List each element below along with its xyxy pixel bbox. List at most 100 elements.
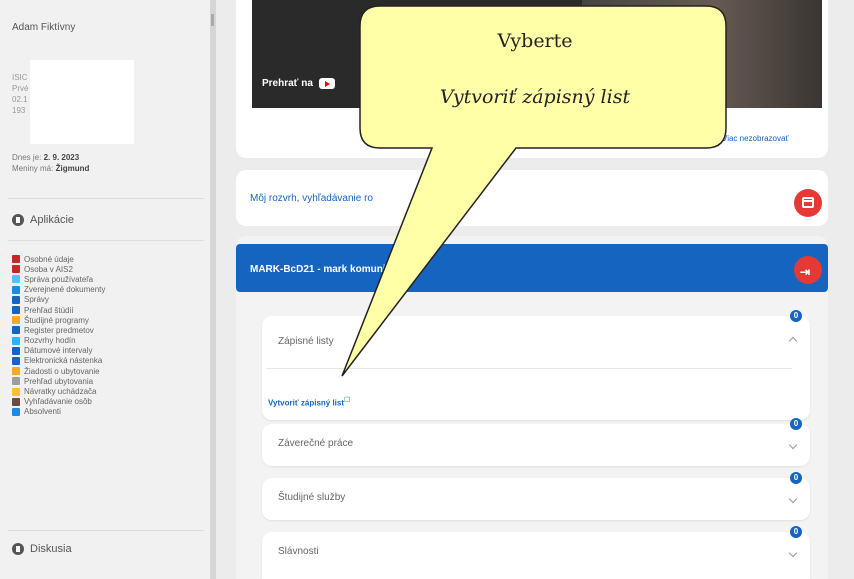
sidebar-app-label: Prehľad štúdií	[24, 305, 74, 315]
redacted-id-box	[30, 60, 134, 144]
sidebar-app-item[interactable]: Zverejnené dokumenty	[12, 285, 105, 295]
external-link-icon: ☐	[344, 397, 351, 404]
sidebar-app-item[interactable]: Študijné programy	[12, 315, 105, 325]
chevron-down-icon[interactable]	[788, 548, 798, 558]
course-action-button[interactable]: ⇥	[794, 256, 822, 284]
register-icon	[12, 326, 20, 335]
calendar-icon	[12, 346, 20, 355]
person-search-icon	[12, 397, 20, 406]
apps-list: Osobné údaje Osoba v AIS2 Správa používate…	[12, 254, 105, 417]
apps-heading[interactable]: Aplikácie	[12, 214, 74, 226]
id-labels: ISIC Prvé 02.1 193	[12, 72, 28, 116]
section-final-theses[interactable]: Záverečné práce 0	[262, 418, 810, 466]
id-label: 02.1	[12, 95, 28, 104]
sidebar-app-label: Osoba v AIS2	[24, 264, 73, 274]
sidebar-app-item[interactable]: Osoba v AIS2	[12, 264, 105, 274]
schedule-button[interactable]	[794, 189, 822, 217]
calendar-icon	[802, 197, 814, 208]
divider	[266, 368, 792, 369]
sidebar-app-label: Elektronická nástenka	[24, 356, 103, 366]
sidebar-app-label: Správy	[24, 295, 49, 305]
sidebar-app-label: Žiadosti o ubytovanie	[24, 366, 100, 376]
users-icon	[12, 275, 20, 284]
user-card: Adam Fiktívny ISIC Prvé 02.1 193 Dnes je…	[4, 12, 210, 188]
section-title: Slávnosti	[278, 546, 319, 557]
chevron-up-icon[interactable]	[788, 336, 798, 346]
return-icon	[12, 387, 20, 396]
id-label: ISIC	[12, 73, 28, 82]
youtube-icon	[318, 78, 335, 89]
sidebar-app-item[interactable]: Rozvrhy hodín	[12, 336, 105, 346]
mail-icon	[12, 295, 20, 304]
discussion-heading-label: Diskusia	[30, 543, 72, 555]
section-title: Záverečné práce	[278, 438, 354, 449]
callout-line2: Vytvoriť zápisný list	[439, 86, 631, 108]
chevron-down-icon[interactable]	[788, 440, 798, 450]
create-link-label: Vytvoriť zápisný list	[268, 398, 345, 408]
nameday-name: Žigmund	[55, 164, 90, 173]
today-label: Dnes je:	[12, 153, 42, 162]
chevron-down-icon[interactable]	[788, 494, 798, 504]
apps-icon	[12, 214, 24, 226]
person-icon	[12, 265, 20, 274]
sidebar-scroll-thumb[interactable]	[211, 14, 214, 26]
count-badge: 0	[790, 418, 802, 430]
nameday-label: Meniny má:	[12, 164, 54, 173]
divider	[8, 240, 204, 241]
today-date: 2. 9. 2023	[43, 153, 80, 162]
exit-arrow-icon: ⇥	[800, 265, 811, 279]
discussion-icon	[12, 543, 24, 555]
sidebar-app-item[interactable]: Vyhľadávanie osôb	[12, 397, 105, 407]
board-icon	[12, 356, 20, 365]
count-badge: 0	[790, 472, 802, 484]
section-study-services[interactable]: Študijné služby 0	[262, 472, 810, 520]
sidebar-app-item[interactable]: Žiadosti o ubytovanie	[12, 366, 105, 376]
sidebar-app-label: Návratky uchádzača	[24, 387, 97, 397]
dont-show-again-link[interactable]: Viac nezobrazovať	[722, 134, 788, 143]
section-title[interactable]: Zápisné listy	[278, 336, 334, 347]
sidebar-app-label: Správa používateľa	[24, 274, 94, 284]
watch-on-youtube[interactable]: Prehrať na	[262, 78, 335, 89]
sidebar-app-label: Zverejnené dokumenty	[24, 285, 106, 295]
schedule-link[interactable]: Môj rozvrh, vyhľadávanie ro	[250, 193, 373, 204]
sidebar-app-item[interactable]: Návratky uchádzača	[12, 386, 105, 396]
course-title: MARK-BcD21 - mark komunikácia	[250, 264, 411, 275]
date-info: Dnes je: 2. 9. 2023 Meniny má: Žigmund	[12, 152, 89, 174]
document-icon	[12, 285, 20, 294]
sidebar-app-item[interactable]: Dátumové intervaly	[12, 346, 105, 356]
sidebar-app-item[interactable]: Absolventi	[12, 407, 105, 417]
sidebar-app-label: Vyhľadávanie osôb	[24, 397, 92, 407]
study-icon	[12, 306, 20, 315]
graduate-icon	[12, 407, 20, 416]
count-badge: 0	[790, 310, 802, 322]
callout-line1: Vyberte	[497, 30, 573, 52]
sidebar-app-item[interactable]: Elektronická nástenka	[12, 356, 105, 366]
watch-label: Prehrať na	[262, 78, 313, 89]
person-icon	[12, 255, 20, 264]
section-ceremonies[interactable]: Slávnosti 0	[262, 526, 810, 579]
list-icon	[12, 377, 20, 386]
create-enrollment-sheet-link[interactable]: Vytvoriť zápisný list☐	[268, 396, 350, 408]
discussion-heading[interactable]: Diskusia	[12, 543, 72, 555]
id-label: 193	[12, 106, 26, 115]
sidebar-app-label: Register predmetov	[24, 325, 94, 335]
sidebar-app-label: Osobné údaje	[24, 254, 74, 264]
sidebar-app-item[interactable]: Osobné údaje	[12, 254, 105, 264]
user-name: Adam Fiktívny	[12, 22, 76, 33]
count-badge: 0	[790, 526, 802, 538]
section-enrollment-sheets: Zápisné listy 0 Vytvoriť zápisný list☐	[262, 310, 810, 420]
sidebar-scrollbar[interactable]	[210, 0, 216, 579]
sidebar: Adam Fiktívny ISIC Prvé 02.1 193 Dnes je…	[0, 0, 215, 579]
sidebar-app-item[interactable]: Správa používateľa	[12, 274, 105, 284]
sidebar-app-item[interactable]: Register predmetov	[12, 325, 105, 335]
sidebar-app-label: Absolventi	[24, 407, 61, 417]
section-title: Študijné služby	[278, 492, 346, 503]
sidebar-app-label: Rozvrhy hodín	[24, 336, 76, 346]
divider	[8, 530, 204, 531]
sidebar-app-item[interactable]: Správy	[12, 295, 105, 305]
sidebar-app-label: Študijné programy	[24, 315, 89, 325]
sidebar-app-item[interactable]: Prehľad štúdií	[12, 305, 105, 315]
sidebar-app-item[interactable]: Prehľad ubytovania	[12, 376, 105, 386]
accommodation-icon	[12, 367, 20, 376]
program-icon	[12, 316, 20, 325]
